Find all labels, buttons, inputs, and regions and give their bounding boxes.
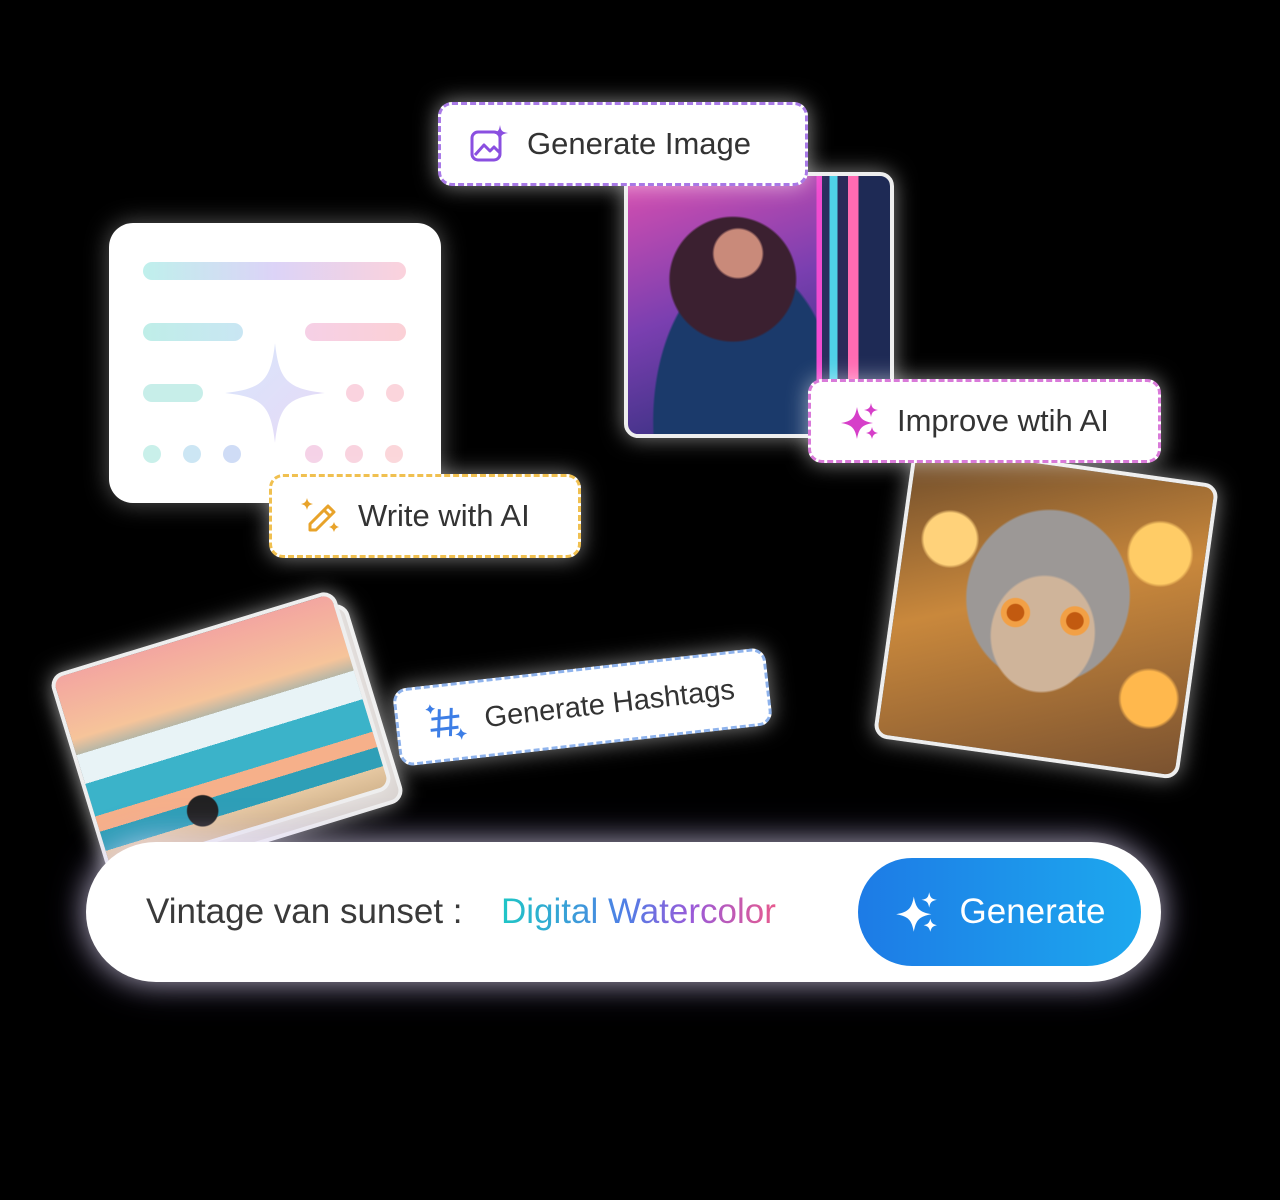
text-line	[143, 262, 406, 280]
prompt-bar[interactable]: Vintage van sunset : Digital Watercolor …	[86, 842, 1161, 982]
sparkle-icon	[225, 343, 325, 443]
text-line	[143, 323, 243, 341]
improve-ai-chip[interactable]: Improve wtih AI	[808, 379, 1161, 463]
prompt-text[interactable]: Vintage van sunset :	[146, 892, 463, 932]
text-dot	[223, 445, 241, 463]
text-line	[143, 384, 203, 402]
generate-image-label: Generate Image	[527, 126, 752, 161]
text-dot	[345, 445, 363, 463]
text-dot	[386, 384, 404, 402]
generate-button-label: Generate	[959, 892, 1106, 931]
write-ai-chip[interactable]: Write with AI	[269, 474, 581, 558]
sparkles-icon	[839, 401, 879, 441]
text-line	[305, 323, 406, 341]
text-dot	[143, 445, 161, 463]
generated-cat-image[interactable]	[872, 442, 1220, 780]
generated-van-image[interactable]	[48, 588, 394, 876]
text-dot	[346, 384, 364, 402]
generate-button[interactable]: Generate	[858, 858, 1141, 966]
ai-document-card	[109, 223, 441, 503]
style-label[interactable]: Digital Watercolor	[501, 892, 776, 932]
text-dot	[183, 445, 201, 463]
sparkles-icon	[894, 890, 938, 934]
magic-pencil-icon	[300, 496, 340, 536]
image-sparkle-icon	[469, 124, 509, 164]
generate-image-chip[interactable]: Generate Image	[438, 102, 808, 186]
hashtag-sparkle-icon	[425, 700, 469, 744]
generate-hashtags-label: Generate Hashtags	[482, 673, 737, 734]
text-dot	[305, 445, 323, 463]
write-ai-label: Write with AI	[358, 498, 530, 533]
improve-ai-label: Improve wtih AI	[897, 403, 1109, 438]
generate-hashtags-chip[interactable]: Generate Hashtags	[391, 647, 774, 767]
text-dot	[385, 445, 403, 463]
